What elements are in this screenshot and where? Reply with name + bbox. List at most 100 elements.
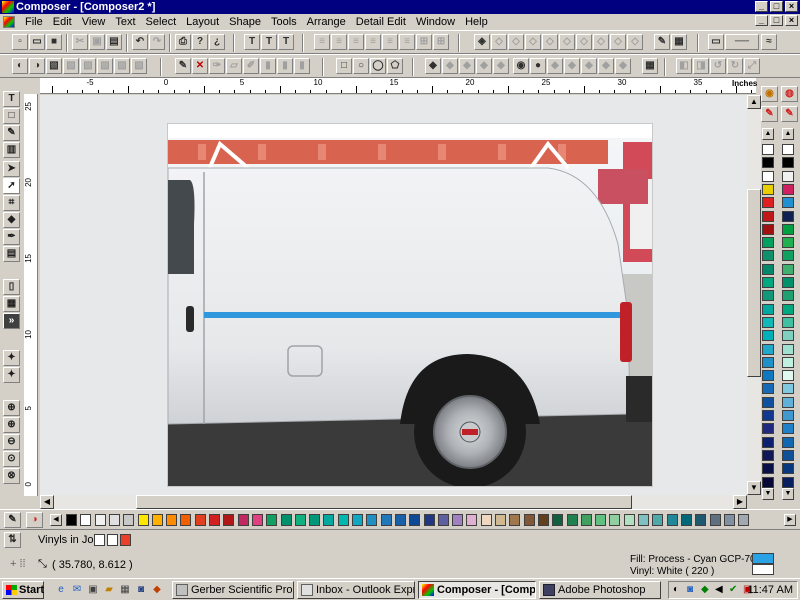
new-file-icon[interactable]: ▫ (12, 34, 28, 50)
palette-swatch[interactable] (782, 263, 794, 275)
task-composer[interactable]: Composer - [Compos... (418, 581, 536, 599)
palette-swatch[interactable] (251, 514, 263, 526)
scroll-down-arrow[interactable]: ▼ (747, 481, 761, 495)
vertical-scroll-thumb[interactable] (747, 189, 761, 377)
pattern-icon[interactable]: ◆ (459, 58, 475, 74)
palette-swatch[interactable] (466, 514, 478, 526)
palette-swatch[interactable] (223, 514, 235, 526)
line-style-icon[interactable]: ▭ (708, 34, 724, 50)
bevel-icon[interactable]: ▧ (114, 58, 130, 74)
fill-icon[interactable]: ◆ (425, 58, 441, 74)
palette-swatch[interactable] (762, 449, 774, 461)
dot-icon[interactable]: ● (530, 58, 546, 74)
palette-swatch[interactable] (782, 410, 794, 421)
palette-swatch[interactable] (782, 330, 794, 342)
horizontal-ruler[interactable]: -5 0 5 10 15 20 25 30 35 (40, 78, 756, 94)
palette-swatch[interactable] (762, 356, 774, 368)
menu-layout[interactable]: Layout (181, 14, 224, 30)
palette-swatch[interactable] (680, 514, 692, 526)
grid-tool-icon[interactable]: ▦ (3, 296, 20, 312)
palette-swatch[interactable] (666, 514, 678, 526)
gradient-icon[interactable]: ◆ (442, 58, 458, 74)
palette-swatch[interactable] (409, 514, 421, 526)
palette-swatch[interactable] (380, 514, 392, 526)
delete-x-icon[interactable]: ✕ (192, 58, 208, 74)
palette-swatch[interactable] (194, 514, 206, 526)
palette-swatch[interactable] (782, 290, 794, 302)
palette-swatch[interactable] (566, 514, 578, 526)
menu-select[interactable]: Select (141, 14, 182, 30)
doc-restore-button[interactable]: □ (770, 15, 783, 26)
stamp-icon[interactable]: ▮ (260, 58, 276, 74)
palette-swatch[interactable] (762, 237, 774, 249)
palette-swatch[interactable] (738, 514, 750, 526)
perspective-icon[interactable]: ◆ (615, 58, 631, 74)
palette-swatch[interactable] (762, 157, 774, 169)
menu-help[interactable]: Help (460, 14, 493, 30)
palette-swatch[interactable] (337, 514, 349, 526)
palette-swatch[interactable] (523, 514, 535, 526)
pen-tool-icon[interactable]: ✎ (3, 125, 20, 141)
menu-arrange[interactable]: Arrange (302, 14, 351, 30)
palette-swatch[interactable] (782, 157, 794, 169)
palette-swatch[interactable] (94, 514, 106, 526)
inline-icon[interactable]: ▧ (63, 58, 79, 74)
palette-swatch[interactable] (180, 514, 192, 526)
menu-shape[interactable]: Shape (224, 14, 266, 30)
palette-swatch[interactable] (595, 514, 607, 526)
palette-swatch[interactable] (437, 514, 449, 526)
vinyl-swatch[interactable] (107, 534, 118, 546)
transform-tool-icon[interactable]: ✦ (3, 350, 20, 366)
measure-tool-icon[interactable]: ▤ (3, 246, 20, 262)
swap-icon[interactable]: ⇅ (4, 532, 21, 548)
palette-color-icon[interactable]: ◑ (26, 512, 43, 528)
ellipse-icon[interactable]: ○ (353, 58, 369, 74)
task-gerber[interactable]: Gerber Scientific Product... (172, 581, 294, 599)
palette-swatch[interactable] (480, 514, 492, 526)
curve-icon[interactable]: ◇ (559, 34, 575, 50)
outlook-icon[interactable]: ✉ (70, 583, 84, 597)
palette-swatch[interactable] (609, 514, 621, 526)
palette-swatch[interactable] (762, 370, 774, 382)
paint-bucket-icon[interactable]: ◐ (12, 58, 28, 74)
palette-swatch[interactable] (452, 514, 464, 526)
volume-icon[interactable]: ◀ (715, 584, 723, 595)
palette-swatch[interactable] (762, 436, 774, 448)
palette-swatch[interactable] (762, 396, 774, 408)
eyedropper-icon[interactable]: ✒ (3, 229, 20, 245)
minimize-button[interactable]: _ (755, 1, 768, 12)
help-icon[interactable]: ? (192, 34, 208, 50)
palette-swatch[interactable] (782, 356, 794, 368)
palette-swatch[interactable] (366, 514, 378, 526)
mirror-h-icon[interactable]: ◧ (676, 58, 692, 74)
palette-swatch[interactable] (762, 250, 774, 262)
palette-swatch[interactable] (695, 514, 707, 526)
tray-icon[interactable]: ◙ (687, 584, 693, 595)
transparency-icon[interactable]: ◆ (476, 58, 492, 74)
vinyl-swatch[interactable] (120, 534, 131, 546)
palette-swatch[interactable] (782, 144, 794, 155)
palette-swatch[interactable] (762, 170, 774, 182)
emboss-icon[interactable]: ▧ (97, 58, 113, 74)
scroll-left-arrow[interactable]: ◀ (40, 495, 54, 509)
palette-scroll-up[interactable]: ▲ (762, 128, 774, 140)
palette-swatch[interactable] (762, 277, 774, 288)
palette-swatch[interactable] (762, 263, 774, 275)
mirror-v-icon[interactable]: ◨ (693, 58, 709, 74)
palette-swatch[interactable] (762, 343, 774, 355)
rotate-right-icon[interactable]: ↻ (727, 58, 743, 74)
menu-edit[interactable]: Edit (48, 14, 77, 30)
crop-tool-icon[interactable]: ⌗ (3, 195, 20, 211)
brush-icon[interactable]: ✐ (243, 58, 259, 74)
palette-swatch[interactable] (762, 183, 774, 195)
scroll-right-arrow[interactable]: ▶ (733, 495, 747, 509)
text-frame-icon[interactable]: T (261, 34, 277, 50)
start-button[interactable]: Start (2, 581, 44, 599)
zoom-out-icon[interactable]: ⊖ (3, 434, 20, 450)
palette-swatch[interactable] (537, 514, 549, 526)
close-path-icon[interactable]: ◇ (627, 34, 643, 50)
palette-swatch[interactable] (652, 514, 664, 526)
smooth-icon[interactable]: ◇ (542, 34, 558, 50)
text-tool-icon[interactable]: T (244, 34, 260, 50)
vertical-ruler[interactable]: 25 20 15 10 5 0 (24, 94, 38, 496)
